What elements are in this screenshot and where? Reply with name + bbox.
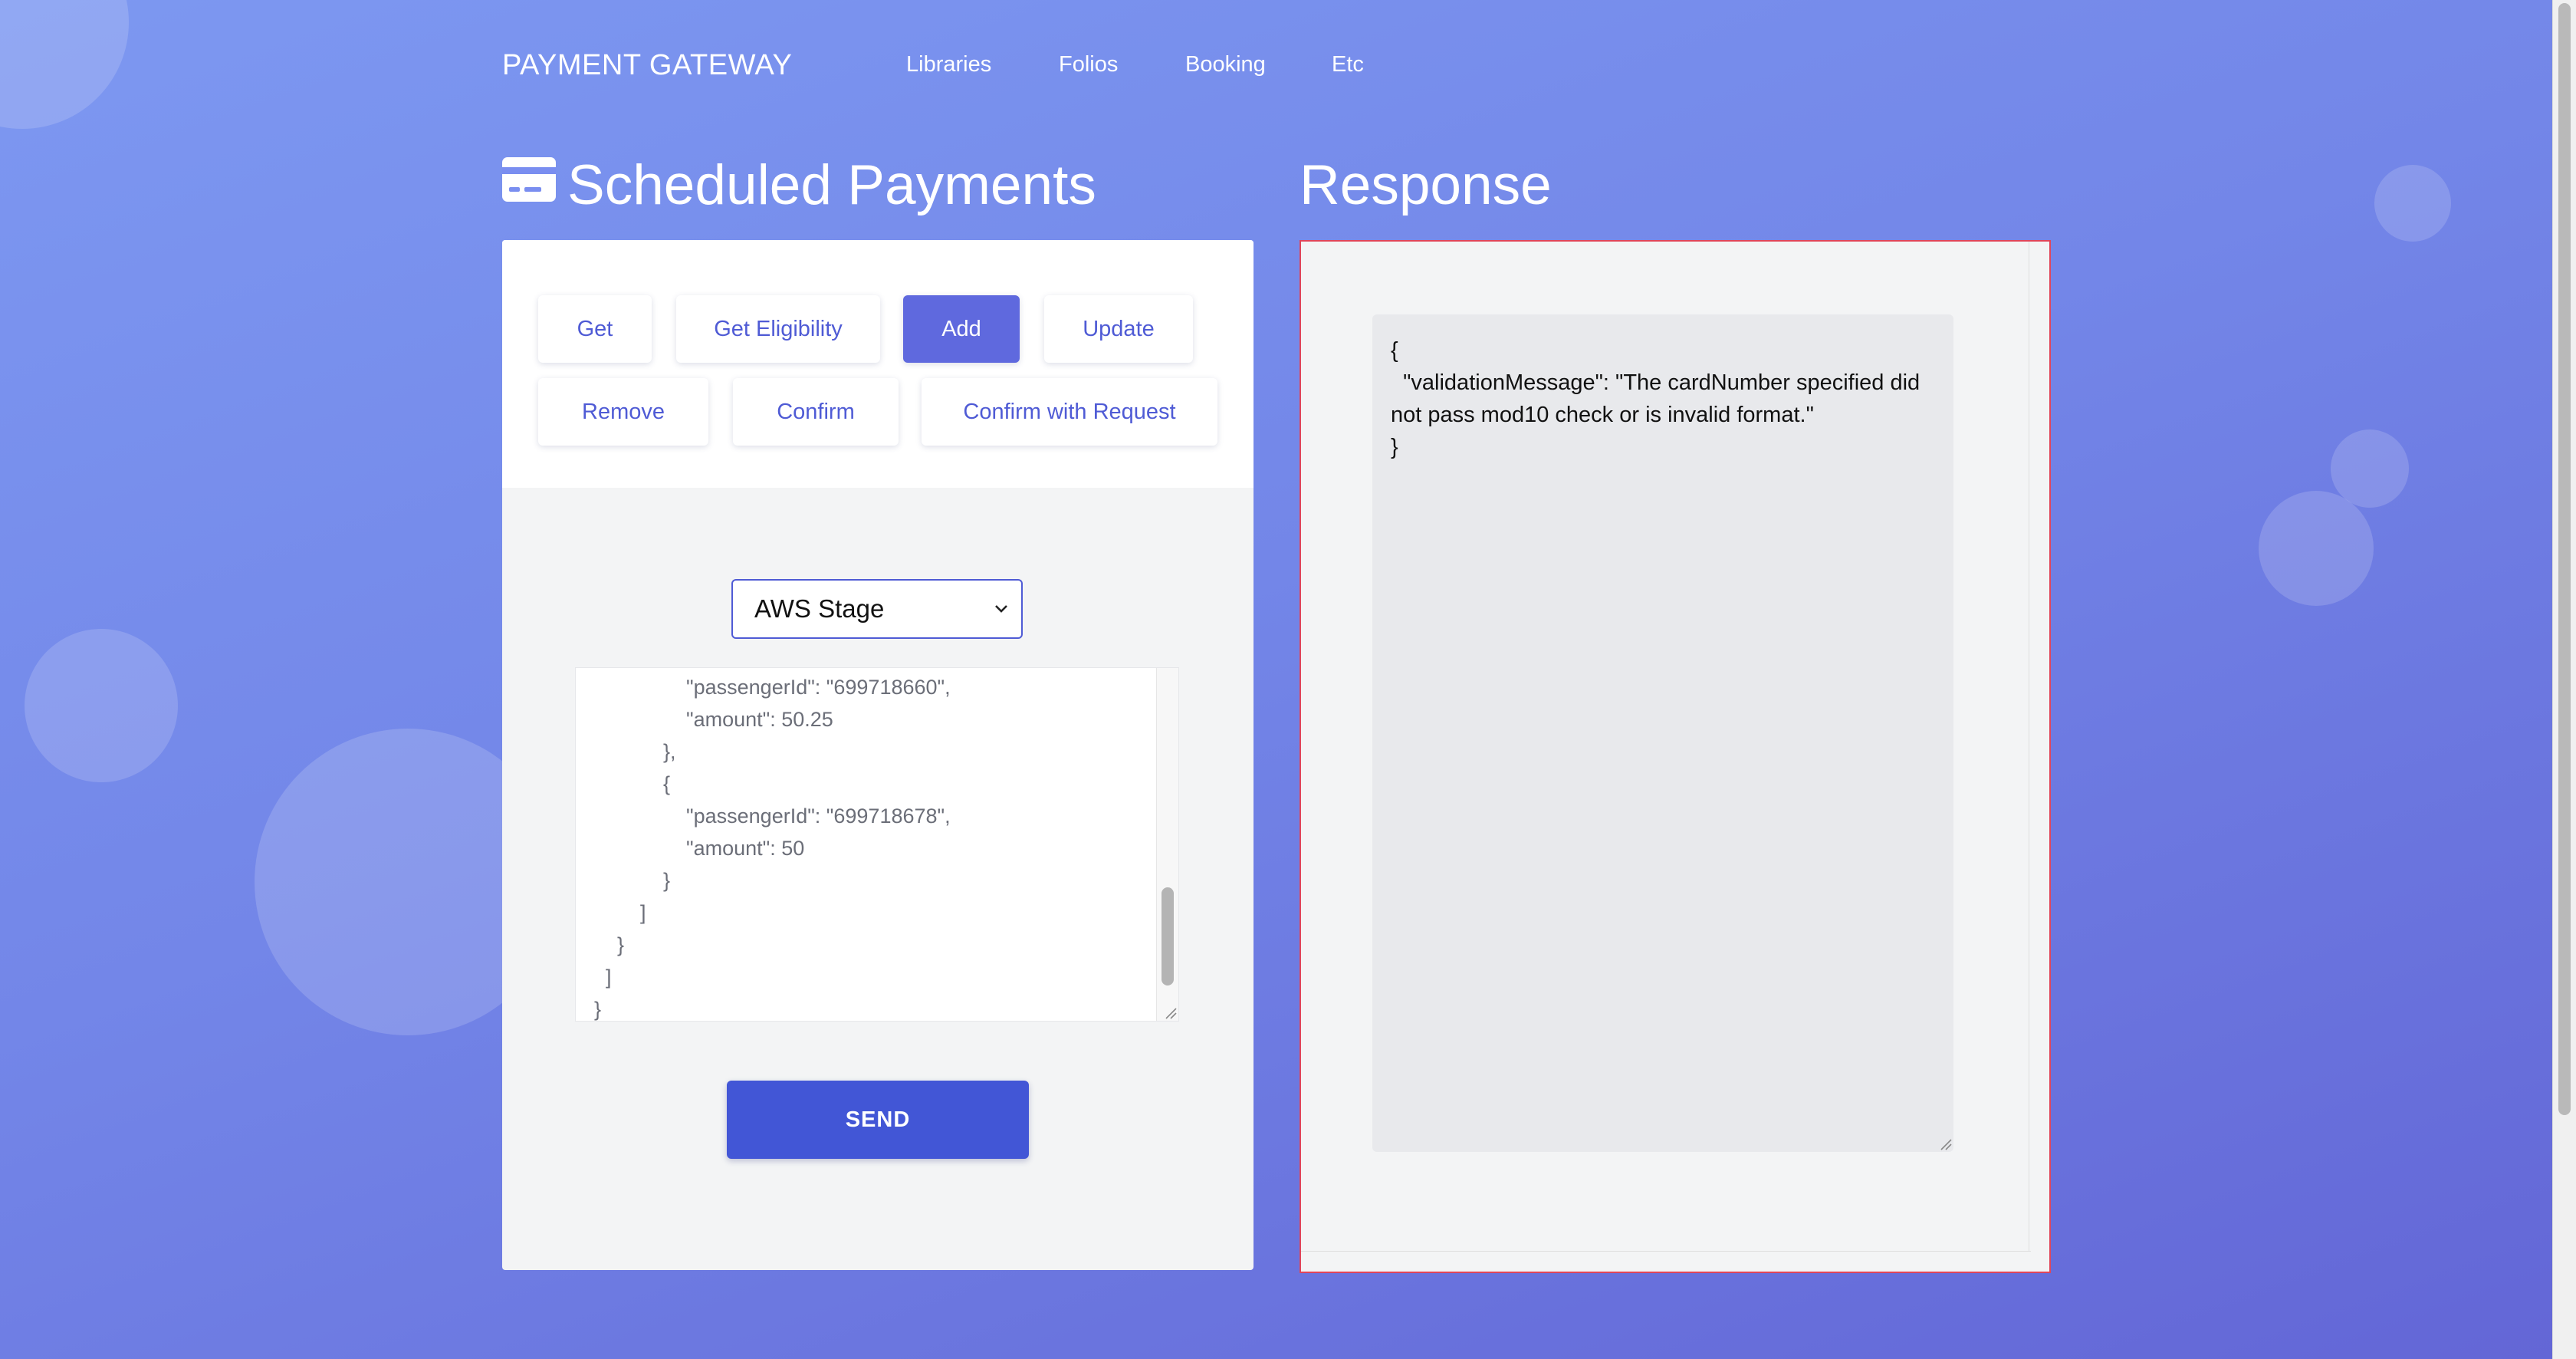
background-bubble	[25, 629, 178, 782]
nav-booking[interactable]: Booking	[1185, 52, 1266, 77]
scheduled-payments-title: Scheduled Payments	[567, 154, 1096, 216]
panel-divider	[1301, 1251, 2031, 1252]
request-panel: Get Get Eligibility Add Update Remove Co…	[502, 240, 1254, 1270]
page-scrollbar[interactable]	[2552, 0, 2576, 1359]
response-title: Response	[1300, 154, 1552, 216]
request-body-text[interactable]: "passengerId": "699718660", "amount": 50…	[594, 671, 951, 1021]
operation-toolbar: Get Get Eligibility Add Update Remove Co…	[502, 240, 1254, 488]
nav-etc[interactable]: Etc	[1332, 52, 1364, 77]
credit-card-icon	[502, 157, 556, 202]
response-line: }	[1391, 435, 1398, 459]
background-bubble	[2374, 165, 2451, 242]
chevron-down-icon	[995, 605, 1007, 613]
send-button[interactable]: SEND	[727, 1081, 1029, 1159]
response-output[interactable]: { "validationMessage": "The cardNumber s…	[1372, 314, 1953, 1152]
background-bubble	[2331, 429, 2409, 508]
add-button[interactable]: Add	[903, 295, 1020, 363]
response-panel: { "validationMessage": "The cardNumber s…	[1300, 240, 2051, 1273]
brand-title[interactable]: PAYMENT GATEWAY	[502, 49, 792, 82]
response-line: "validationMessage": "The cardNumber spe…	[1391, 370, 1927, 427]
confirm-button[interactable]: Confirm	[733, 378, 899, 446]
resize-grip-icon[interactable]	[1163, 1005, 1177, 1019]
editor-scrollbar-thumb[interactable]	[1162, 887, 1174, 986]
editor-scrollbar[interactable]	[1156, 668, 1178, 1021]
response-line: {	[1391, 338, 1398, 363]
nav-folios[interactable]: Folios	[1059, 52, 1118, 77]
resize-grip-icon[interactable]	[1938, 1137, 1952, 1150]
environment-select[interactable]: AWS Stage	[731, 579, 1023, 639]
confirm-with-request-button[interactable]: Confirm with Request	[922, 378, 1217, 446]
background-bubble	[2259, 491, 2374, 606]
get-button[interactable]: Get	[538, 295, 652, 363]
background-bubble	[0, 0, 129, 129]
request-body-editor[interactable]: "passengerId": "699718660", "amount": 50…	[575, 667, 1179, 1022]
update-button[interactable]: Update	[1044, 295, 1193, 363]
nav-libraries[interactable]: Libraries	[906, 52, 991, 77]
environment-select-value: AWS Stage	[754, 594, 885, 623]
page-scrollbar-thumb[interactable]	[2558, 3, 2571, 1115]
get-eligibility-button[interactable]: Get Eligibility	[676, 295, 880, 363]
remove-button[interactable]: Remove	[538, 378, 708, 446]
